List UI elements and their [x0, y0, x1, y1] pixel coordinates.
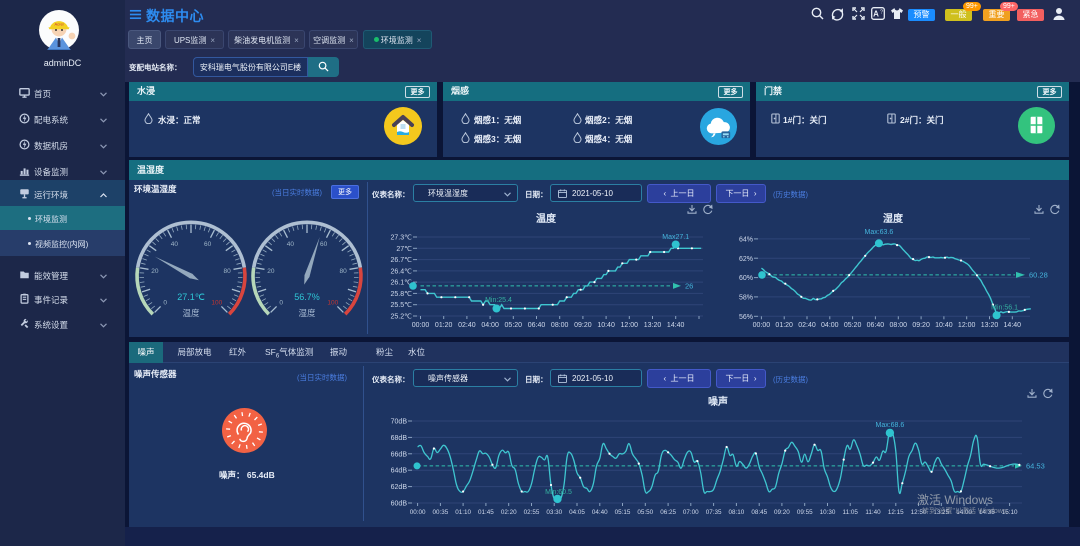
svg-text:04:05: 04:05: [569, 509, 585, 516]
svg-text:01:20: 01:20: [775, 322, 793, 329]
svg-text:00:35: 00:35: [433, 509, 449, 516]
svg-text:12:00: 12:00: [621, 322, 639, 329]
svg-text:60.28: 60.28: [1029, 270, 1048, 279]
svg-text:26.1℃: 26.1℃: [391, 280, 413, 287]
svg-text:100: 100: [211, 299, 222, 306]
svg-text:20: 20: [151, 268, 159, 275]
svg-text:66dB: 66dB: [391, 451, 408, 458]
svg-text:58%: 58%: [739, 294, 753, 301]
svg-text:Min:56.1: Min:56.1: [991, 305, 1018, 312]
svg-text:06:25: 06:25: [660, 509, 676, 516]
svg-text:04:00: 04:00: [821, 322, 839, 329]
svg-text:温度: 温度: [536, 212, 557, 225]
svg-text:27℃: 27℃: [396, 246, 412, 253]
svg-text:62%: 62%: [739, 256, 753, 263]
svg-text:64%: 64%: [739, 236, 753, 243]
svg-text:26.4℃: 26.4℃: [391, 268, 413, 275]
svg-text:A: A: [873, 10, 879, 19]
svg-text:02:55: 02:55: [524, 509, 540, 516]
svg-text:04:40: 04:40: [592, 509, 608, 516]
svg-text:40: 40: [287, 241, 295, 248]
svg-text:14:40: 14:40: [1004, 322, 1022, 329]
svg-text:10:40: 10:40: [935, 322, 953, 329]
svg-text:05:50: 05:50: [637, 509, 653, 516]
svg-text:0: 0: [163, 299, 167, 306]
svg-text:07:35: 07:35: [706, 509, 722, 516]
svg-text:08:45: 08:45: [751, 509, 767, 516]
svg-text:01:20: 01:20: [435, 322, 453, 329]
svg-text:56.7%: 56.7%: [294, 292, 320, 302]
svg-text:80: 80: [223, 268, 231, 275]
svg-text:27.1℃: 27.1℃: [177, 292, 205, 302]
svg-text:00:00: 00:00: [753, 322, 771, 329]
svg-text:0: 0: [279, 299, 283, 306]
svg-text:60: 60: [320, 241, 328, 248]
svg-text:Min:60.5: Min:60.5: [545, 489, 572, 496]
svg-text:11:40: 11:40: [865, 509, 881, 516]
svg-text:?: ?: [880, 10, 883, 16]
svg-text:00:00: 00:00: [412, 322, 430, 329]
svg-text:09:20: 09:20: [912, 322, 930, 329]
svg-text:10:30: 10:30: [820, 509, 836, 516]
svg-text:26.7℃: 26.7℃: [391, 257, 413, 264]
svg-text:Min:25.4: Min:25.4: [485, 297, 512, 304]
svg-text:64dB: 64dB: [391, 468, 408, 475]
svg-text:湿度: 湿度: [298, 308, 316, 318]
svg-text:12:00: 12:00: [958, 322, 976, 329]
svg-text:Max27.1: Max27.1: [662, 234, 689, 241]
svg-text:11:05: 11:05: [843, 509, 859, 516]
svg-text:26: 26: [685, 281, 693, 290]
svg-text:62dB: 62dB: [391, 484, 408, 491]
svg-text:Max:68.6: Max:68.6: [876, 422, 905, 429]
svg-text:70dB: 70dB: [391, 419, 408, 426]
svg-text:05:15: 05:15: [615, 509, 631, 516]
svg-text:湿度: 湿度: [883, 212, 904, 225]
svg-text:25.8℃: 25.8℃: [391, 291, 413, 298]
svg-text:13:20: 13:20: [981, 322, 999, 329]
svg-text:64.53: 64.53: [1026, 461, 1045, 470]
svg-text:温度: 温度: [182, 308, 200, 318]
svg-text:01:45: 01:45: [478, 509, 494, 516]
svg-text:06:40: 06:40: [867, 322, 885, 329]
svg-text:03:30: 03:30: [546, 509, 562, 516]
svg-text:01:10: 01:10: [455, 509, 471, 516]
svg-text:02:40: 02:40: [458, 322, 476, 329]
svg-text:10:40: 10:40: [597, 322, 615, 329]
svg-text:Acrel: Acrel: [54, 22, 63, 27]
svg-text:100: 100: [327, 299, 338, 306]
svg-text:25.2℃: 25.2℃: [391, 314, 413, 321]
svg-text:60%: 60%: [739, 275, 753, 282]
svg-text:60dB: 60dB: [391, 501, 408, 508]
svg-text:02:40: 02:40: [798, 322, 816, 329]
svg-text:09:20: 09:20: [574, 322, 592, 329]
svg-text:68dB: 68dB: [391, 435, 408, 442]
svg-text:25.5℃: 25.5℃: [391, 302, 413, 309]
svg-text:05:20: 05:20: [505, 322, 523, 329]
svg-text:12:15: 12:15: [888, 509, 904, 516]
svg-text:80: 80: [339, 268, 347, 275]
svg-text:60: 60: [204, 241, 212, 248]
svg-text:02:20: 02:20: [501, 509, 517, 516]
svg-text:09:20: 09:20: [774, 509, 790, 516]
svg-text:06:40: 06:40: [528, 322, 546, 329]
svg-text:08:00: 08:00: [890, 322, 908, 329]
svg-text:00:00: 00:00: [410, 509, 426, 516]
svg-text:08:00: 08:00: [551, 322, 569, 329]
svg-text:13:20: 13:20: [644, 322, 662, 329]
svg-text:20: 20: [267, 268, 275, 275]
svg-text:27.3℃: 27.3℃: [391, 235, 413, 242]
svg-text:56%: 56%: [739, 314, 753, 321]
svg-text:40: 40: [171, 241, 179, 248]
svg-text:07:00: 07:00: [683, 509, 699, 516]
svg-text:04:00: 04:00: [481, 322, 499, 329]
svg-text:05:20: 05:20: [844, 322, 862, 329]
svg-text:噪声: 噪声: [708, 395, 728, 408]
svg-text:14:40: 14:40: [667, 322, 685, 329]
svg-text:09:55: 09:55: [797, 509, 813, 516]
svg-text:Max:63.6: Max:63.6: [865, 229, 894, 236]
svg-text:08:10: 08:10: [729, 509, 745, 516]
